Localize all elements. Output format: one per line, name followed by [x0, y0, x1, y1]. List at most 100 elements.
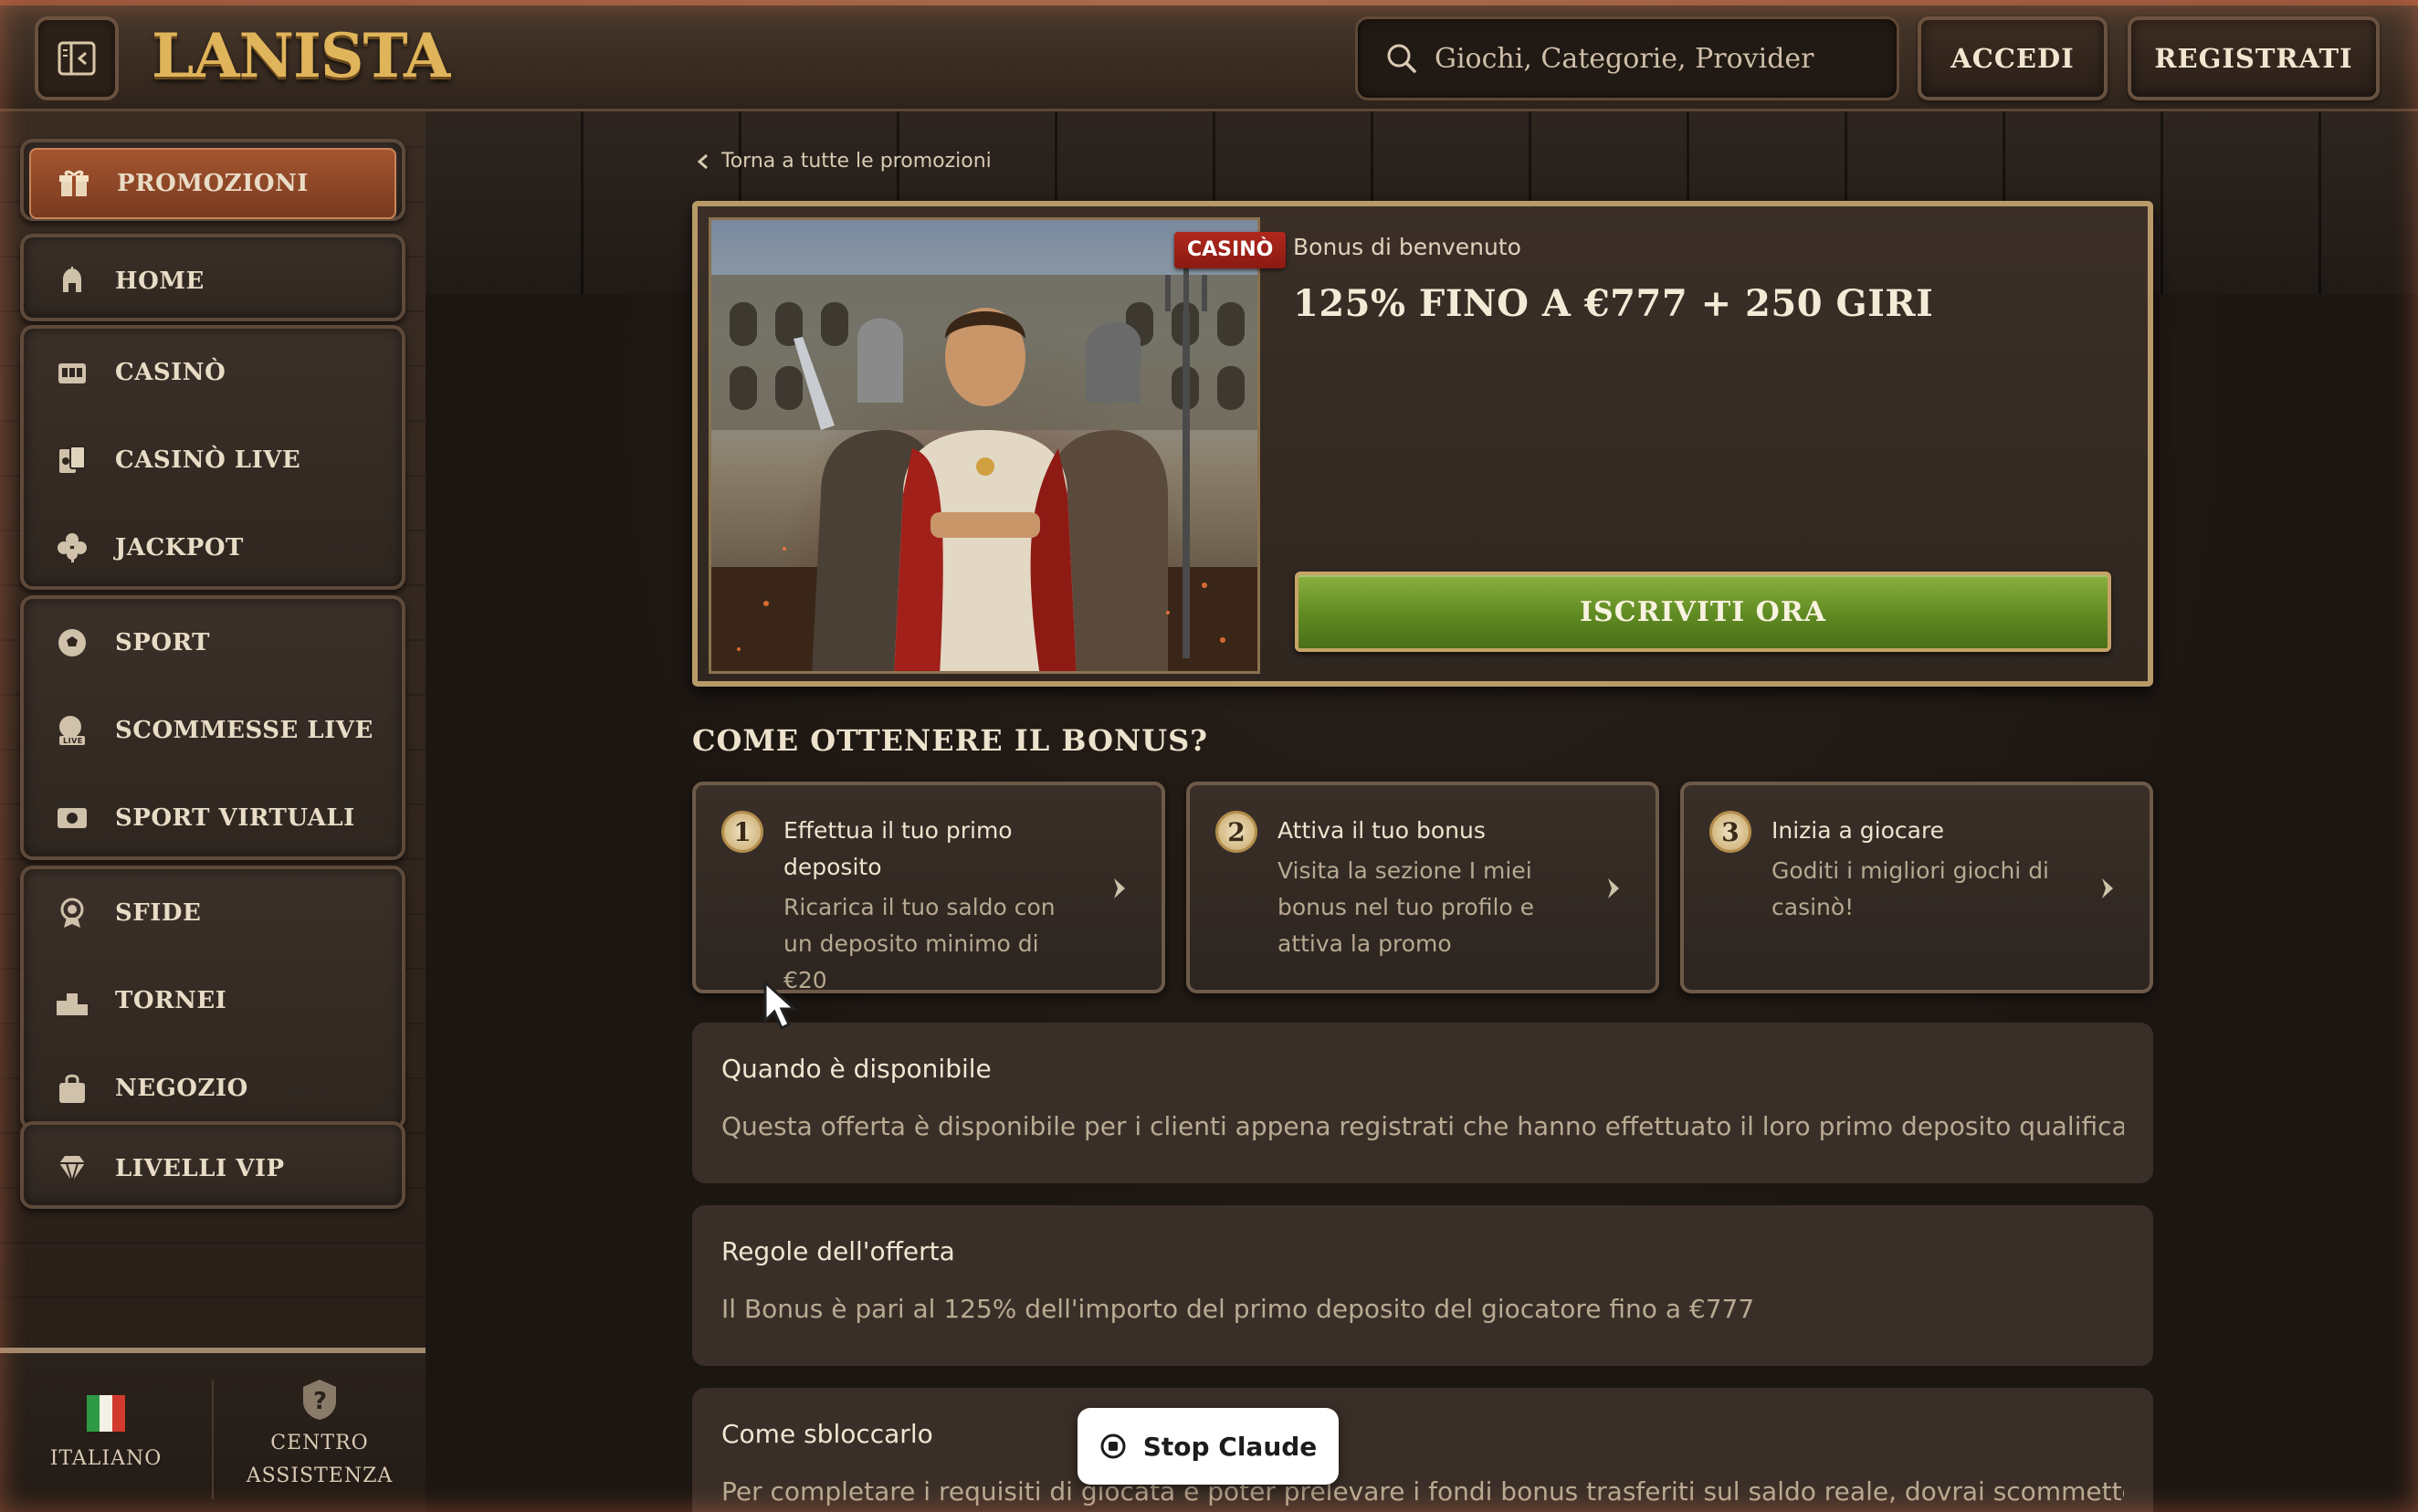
sidebar-collapse-icon — [58, 41, 96, 76]
panel-text: Questa offerta è disponibile per i clien… — [721, 1111, 2124, 1141]
nav-group-vip: LIVELLI VIP — [20, 1121, 405, 1209]
panel-title: Quando è disponibile — [721, 1054, 992, 1084]
step-text: Attiva il tuo bonus Visita la sezione I … — [1277, 813, 1570, 962]
sidebar-toggle-button[interactable] — [35, 16, 119, 100]
sidebar: PROMOZIONI HOME CASINÒ CASINÒ LIVE JACKP… — [0, 111, 426, 1512]
step-description: Goditi i migliori giochi di casinò! — [1771, 857, 2050, 920]
sidebar-item-label: TORNEI — [115, 987, 227, 1014]
sidebar-item-label: CASINÒ — [115, 359, 226, 386]
promo-subtitle: Bonus di benvenuto — [1293, 234, 1521, 260]
search-bar[interactable] — [1355, 16, 1899, 100]
step-text: Effettua il tuo primo deposito Ricarica … — [783, 813, 1076, 999]
how-to-get-bonus-title: COME OTTENERE IL BONUS? — [692, 723, 1208, 758]
helmet-icon — [55, 264, 89, 299]
nav-group-promo: PROMOZIONI — [20, 139, 405, 221]
login-button[interactable]: ACCEDI — [1918, 16, 2108, 100]
cards-icon — [55, 443, 89, 478]
svg-text:LIVE: LIVE — [63, 737, 83, 745]
category-badge: CASINÒ — [1174, 232, 1287, 268]
stop-claude-button[interactable]: Stop Claude — [1078, 1408, 1339, 1485]
step-title: Attiva il tuo bonus — [1277, 817, 1486, 844]
sidebar-item-livelli-vip[interactable]: LIVELLI VIP — [24, 1125, 402, 1213]
help-question-icon: ? — [303, 1380, 336, 1420]
help-label-line2: ASSISTENZA — [246, 1465, 394, 1487]
nav-group-casino: CASINÒ CASINÒ LIVE JACKPOT — [20, 325, 405, 590]
promo-card: CASINÒ Bonus di benvenuto 125% FINO A €7… — [692, 201, 2153, 687]
panel-title: Come sbloccarlo — [721, 1419, 933, 1449]
stop-claude-label: Stop Claude — [1142, 1431, 1318, 1462]
language-label: ITALIANO — [49, 1447, 163, 1470]
slot-machine-icon — [55, 355, 89, 390]
medal-icon — [55, 896, 89, 930]
step-card-1[interactable]: 1 Effettua il tuo primo deposito Ricaric… — [692, 782, 1165, 993]
search-icon — [1387, 44, 1416, 73]
sidebar-item-label: SFIDE — [115, 899, 202, 927]
promo-title: 125% FINO A €777 + 250 GIRI — [1293, 282, 1934, 325]
sidebar-item-negozio[interactable]: NEGOZIO — [24, 1045, 402, 1132]
step-number: 2 — [1215, 811, 1257, 853]
sidebar-item-label: SCOMMESSE LIVE — [115, 717, 373, 744]
help-label-line1: CENTRO — [270, 1432, 369, 1454]
sidebar-item-sport[interactable]: SPORT — [24, 599, 402, 687]
virtual-screen-icon — [55, 801, 89, 835]
sidebar-footer: ITALIANO ? CENTRO ASSISTENZA — [0, 1348, 426, 1512]
shopping-bag-icon — [55, 1071, 89, 1106]
sidebar-item-label: SPORT VIRTUALI — [115, 804, 355, 832]
sidebar-item-home[interactable]: HOME — [24, 237, 402, 325]
italy-flag-icon — [87, 1395, 125, 1432]
sidebar-item-label: JACKPOT — [115, 534, 244, 562]
availability-panel: Quando è disponibile Questa offerta è di… — [692, 1023, 2153, 1183]
sidebar-item-jackpot[interactable]: JACKPOT — [24, 504, 402, 592]
sidebar-item-label: SPORT — [115, 629, 210, 656]
language-selector[interactable]: ITALIANO — [0, 1353, 212, 1512]
live-ball-icon: LIVE — [55, 713, 89, 748]
panel-text: Per completare i requisiti di giocata e … — [721, 1476, 2124, 1507]
offer-rules-panel: Regole dell'offerta Il Bonus è pari al 1… — [692, 1205, 2153, 1366]
gift-icon — [57, 166, 91, 201]
sidebar-item-sport-virtuali[interactable]: SPORT VIRTUALI — [24, 774, 402, 862]
sidebar-item-sfide[interactable]: SFIDE — [24, 869, 402, 957]
sidebar-item-label: NEGOZIO — [115, 1075, 248, 1102]
search-input[interactable] — [1435, 42, 1873, 75]
step-number: 3 — [1709, 811, 1751, 853]
step-text: Inizia a giocare Goditi i migliori gioch… — [1771, 813, 2064, 926]
sidebar-item-scommesse-live[interactable]: LIVE SCOMMESSE LIVE — [24, 687, 402, 774]
sidebar-item-label: CASINÒ LIVE — [115, 446, 301, 474]
step-number: 1 — [721, 811, 763, 853]
sidebar-item-casino[interactable]: CASINÒ — [24, 329, 402, 416]
nav-group-home: HOME — [20, 234, 405, 321]
chevron-right-icon — [2102, 878, 2113, 898]
panel-text: Il Bonus è pari al 125% dell'importo del… — [721, 1294, 1755, 1324]
register-button[interactable]: REGISTRATI — [2128, 16, 2380, 100]
sidebar-item-label: LIVELLI VIP — [115, 1155, 285, 1182]
step-card-3[interactable]: 3 Inizia a giocare Goditi i migliori gio… — [1680, 782, 2153, 993]
gladiators-image — [709, 217, 1260, 674]
sidebar-item-casino-live[interactable]: CASINÒ LIVE — [24, 416, 402, 504]
nav-group-extras: SFIDE TORNEI NEGOZIO — [20, 866, 405, 1130]
clover-icon — [55, 530, 89, 565]
diamond-icon — [55, 1151, 89, 1186]
help-center-button[interactable]: ? CENTRO ASSISTENZA — [214, 1353, 426, 1512]
soccer-ball-icon — [55, 625, 89, 660]
stop-record-icon — [1100, 1433, 1126, 1459]
sidebar-item-tornei[interactable]: TORNEI — [24, 957, 402, 1045]
top-header: LANISTA ACCEDI REGISTRATI — [0, 0, 2418, 111]
step-title: Inizia a giocare — [1771, 817, 1945, 844]
nav-group-sport: SPORT LIVE SCOMMESSE LIVE SPORT VIRTUALI — [20, 595, 405, 860]
back-link-label: Torna a tutte le promozioni — [721, 150, 992, 173]
chevron-right-icon — [1114, 878, 1125, 898]
site-logo[interactable]: LANISTA — [152, 13, 450, 99]
unlock-panel: Come sbloccarlo Per completare i requisi… — [692, 1388, 2153, 1512]
step-card-2[interactable]: 2 Attiva il tuo bonus Visita la sezione … — [1186, 782, 1659, 993]
sidebar-item-label: PROMOZIONI — [117, 170, 309, 197]
chevron-right-icon — [1608, 878, 1619, 898]
svg-text:?: ? — [313, 1388, 328, 1415]
chevron-left-icon — [697, 153, 708, 169]
mouse-cursor-icon — [763, 981, 798, 1031]
back-to-promotions-link[interactable]: Torna a tutte le promozioni — [696, 150, 992, 173]
sidebar-item-label: HOME — [115, 268, 205, 295]
step-description: Visita la sezione I miei bonus nel tuo p… — [1277, 857, 1535, 957]
signup-now-button[interactable]: ISCRIVITI ORA — [1295, 572, 2111, 652]
sidebar-item-promozioni[interactable]: PROMOZIONI — [29, 148, 396, 219]
podium-icon — [55, 983, 89, 1018]
